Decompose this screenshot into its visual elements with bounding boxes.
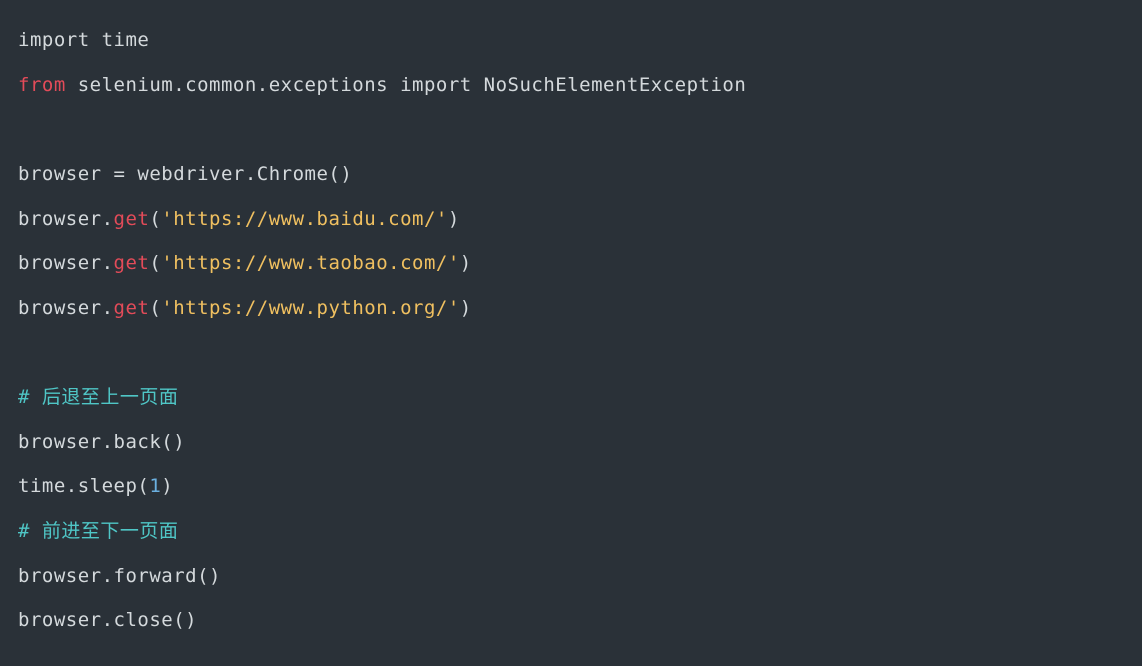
token-plain: selenium.common.exceptions — [66, 74, 400, 96]
code-line: from selenium.common.exceptions import N… — [18, 63, 1124, 108]
token-call: get — [114, 208, 150, 230]
token-plain: ) — [161, 475, 173, 497]
code-line: time.sleep(1) — [18, 464, 1124, 509]
token-kw-import: import — [400, 74, 472, 96]
code-line: browser = webdriver.Chrome() — [18, 152, 1124, 197]
token-plain: NoSuchElementException — [472, 74, 747, 96]
token-plain: browser. — [18, 208, 114, 230]
token-kw-import: import — [18, 29, 90, 51]
token-paren: ( — [149, 208, 161, 230]
token-plain: time.sleep( — [18, 475, 149, 497]
code-line: # 前进至下一页面 — [18, 509, 1124, 554]
token-paren: ) — [460, 297, 472, 319]
code-line — [18, 330, 1124, 375]
token-call: get — [114, 252, 150, 274]
token-plain: browser.close() — [18, 609, 197, 631]
code-line: browser.get('https://www.taobao.com/') — [18, 241, 1124, 286]
code-line: # 后退至上一页面 — [18, 375, 1124, 420]
token-num: 1 — [149, 475, 161, 497]
code-line: browser.close() — [18, 598, 1124, 643]
token-paren: ( — [149, 252, 161, 274]
token-plain: browser. — [18, 252, 114, 274]
code-line: browser.back() — [18, 420, 1124, 465]
token-plain: browser.back() — [18, 431, 185, 453]
code-block: import timefrom selenium.common.exceptio… — [0, 0, 1142, 661]
token-kw-from: from — [18, 74, 66, 96]
token-plain: time — [90, 29, 150, 51]
token-string: 'https://www.baidu.com/' — [161, 208, 448, 230]
code-line: import time — [18, 18, 1124, 63]
code-line: browser.get('https://www.python.org/') — [18, 286, 1124, 331]
token-call: get — [114, 297, 150, 319]
token-comment: # 前进至下一页面 — [18, 520, 178, 542]
token-paren: ) — [448, 208, 460, 230]
token-plain — [18, 118, 30, 140]
code-line: browser.get('https://www.baidu.com/') — [18, 197, 1124, 242]
token-plain — [18, 341, 30, 363]
token-string: 'https://www.taobao.com/' — [161, 252, 459, 274]
token-plain: browser.forward() — [18, 565, 221, 587]
code-line: browser.forward() — [18, 554, 1124, 599]
token-paren: ) — [460, 252, 472, 274]
token-comment: # 后退至上一页面 — [18, 386, 178, 408]
token-paren: ( — [149, 297, 161, 319]
token-plain: browser. — [18, 297, 114, 319]
code-line — [18, 107, 1124, 152]
token-string: 'https://www.python.org/' — [161, 297, 459, 319]
token-plain: browser = webdriver.Chrome() — [18, 163, 352, 185]
